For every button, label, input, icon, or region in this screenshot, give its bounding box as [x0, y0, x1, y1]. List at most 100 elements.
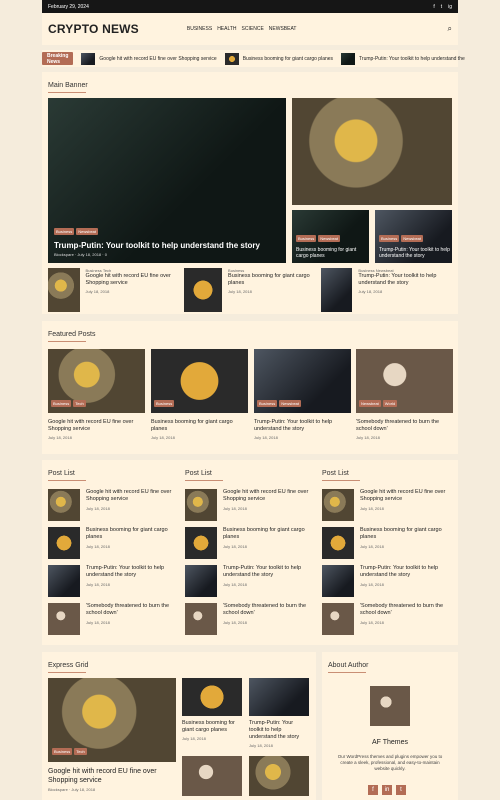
list-item[interactable]: Trump-Putin: Your toolkit to help unders…: [185, 565, 310, 597]
featured-card[interactable]: Business Newsbeat Trump-Putin: Your toolk…: [254, 349, 351, 440]
category-tag[interactable]: Tech: [73, 400, 86, 407]
post-title[interactable]: Google hit with record EU fine over Shop…: [223, 489, 310, 503]
category-tag[interactable]: Business: [54, 228, 75, 235]
category-tag[interactable]: Newsbeat: [401, 235, 424, 242]
post-thumb: [322, 603, 354, 635]
post-title[interactable]: 'Somebody threatened to burn the school …: [360, 603, 452, 617]
list-item[interactable]: Google hit with record EU fine over Shop…: [322, 489, 452, 521]
nav-business[interactable]: BUSINESS: [187, 26, 212, 32]
twitter-icon[interactable]: t: [396, 785, 406, 795]
side-small-post[interactable]: Business Newsbeat Business booming for gi…: [292, 210, 369, 263]
date-text: July 18, 2018: [360, 506, 384, 511]
twitter-icon[interactable]: t: [441, 4, 442, 10]
author-text[interactable]: Blockspare: [48, 787, 68, 792]
post-title[interactable]: Trump-Putin: Your toolkit to help unders…: [358, 273, 451, 287]
hero-headline[interactable]: Trump-Putin: Your toolkit to help unders…: [54, 241, 260, 250]
post-title[interactable]: Trump-Putin: Your toolkit to help unders…: [254, 419, 351, 433]
featured-card[interactable]: Business Business booming for giant carg…: [151, 349, 248, 440]
list-item[interactable]: Business booming for giant cargo planes J…: [185, 527, 310, 559]
post-image: [182, 678, 242, 716]
post-title[interactable]: Trump-Putin: Your toolkit to help unders…: [223, 565, 310, 579]
category-tag[interactable]: Business: [296, 235, 317, 242]
category-tag[interactable]: Business: [379, 235, 400, 242]
author-text[interactable]: Blockspare: [54, 252, 74, 257]
site-logo[interactable]: CRYPTO NEWS: [48, 22, 139, 36]
category-tag[interactable]: Business: [257, 400, 278, 407]
section-title: Post List: [42, 460, 179, 481]
post-thumb: [48, 565, 80, 597]
post-title[interactable]: Business booming for giant cargo planes: [228, 273, 314, 287]
nav-newsbeat[interactable]: NEWSBEAT: [269, 26, 297, 32]
date-text: February 29, 2024: [48, 3, 89, 10]
search-icon[interactable]: ⌕: [448, 24, 452, 34]
list-item[interactable]: Google hit with record EU fine over Shop…: [185, 489, 310, 521]
post-title[interactable]: Google hit with record EU fine over Shop…: [86, 489, 173, 503]
post-title[interactable]: Business booming for giant cargo planes: [182, 720, 242, 734]
express-small-post[interactable]: Business booming for giant cargo planes …: [182, 678, 242, 741]
category-tag[interactable]: Business: [154, 400, 175, 407]
nav-health[interactable]: HEALTH: [217, 26, 236, 32]
list-item[interactable]: Trump-Putin: Your toolkit to help unders…: [322, 565, 452, 597]
category-tag[interactable]: Newsbeat: [279, 400, 302, 407]
author-description: Our WordPress themes and plugins empower…: [337, 754, 443, 771]
express-main-post[interactable]: Business Tech Google hit with record EU f…: [48, 678, 176, 792]
post-title[interactable]: Google hit with record EU fine over Shop…: [86, 273, 178, 287]
side-small-post[interactable]: Business Newsbeat Trump-Putin: Your toolk…: [375, 210, 452, 263]
category-tag[interactable]: Newsbeat: [76, 228, 99, 235]
featured-card[interactable]: Business Tech Google hit with record EU f…: [48, 349, 145, 440]
featured-posts-section: Featured Posts Business Tech Google hit w…: [42, 321, 458, 454]
category-tag[interactable]: Newsbeat: [318, 235, 341, 242]
post-title[interactable]: Google hit with record EU fine over Shop…: [48, 767, 176, 785]
date-text: July 18, 2018: [223, 582, 247, 587]
ticker-item[interactable]: Trump-Putin: Your toolkit to help unders…: [341, 52, 465, 65]
category-tag[interactable]: Tech: [74, 748, 87, 755]
post-title[interactable]: Trump-Putin: Your toolkit to help unders…: [249, 720, 309, 741]
list-item[interactable]: 'Somebody threatened to burn the school …: [322, 603, 452, 635]
list-item[interactable]: 'Somebody threatened to burn the school …: [48, 603, 173, 635]
nav-science[interactable]: SCIENCE: [242, 26, 264, 32]
row-post[interactable]: Business Business booming for giant carg…: [184, 268, 314, 312]
post-title[interactable]: Google hit with record EU fine over Shop…: [360, 489, 452, 503]
list-item[interactable]: Business booming for giant cargo planes J…: [322, 527, 452, 559]
ticker-item[interactable]: Google hit with record EU fine over Shop…: [81, 52, 217, 65]
list-item[interactable]: Business booming for giant cargo planes J…: [48, 527, 173, 559]
express-small-post[interactable]: [182, 756, 242, 796]
post-title[interactable]: Business booming for giant cargo planes: [151, 419, 248, 433]
featured-card[interactable]: Newsbeat World 'Somebody threatened to bu…: [356, 349, 453, 440]
post-title[interactable]: Business booming for giant cargo planes: [360, 527, 452, 541]
post-title[interactable]: 'Somebody threatened to burn the school …: [223, 603, 310, 617]
post-title[interactable]: Business booming for giant cargo planes: [86, 527, 173, 541]
facebook-icon[interactable]: f: [368, 785, 378, 795]
post-title[interactable]: Trump-Putin: Your toolkit to help unders…: [379, 247, 452, 259]
post-title[interactable]: 'Somebody threatened to burn the school …: [86, 603, 173, 617]
category-tag[interactable]: Newsbeat: [359, 400, 381, 407]
express-small-post[interactable]: [249, 756, 309, 796]
ticker-thumb: [341, 52, 356, 65]
linkedin-icon[interactable]: in: [382, 785, 392, 795]
post-title[interactable]: Business booming for giant cargo planes: [223, 527, 310, 541]
row-post[interactable]: Business Tech Google hit with record EU …: [48, 268, 178, 312]
date-text: July 18, 2018: [360, 582, 384, 587]
facebook-icon[interactable]: f: [433, 4, 434, 10]
category-tag[interactable]: Business: [51, 400, 72, 407]
side-big-post[interactable]: [292, 98, 452, 205]
list-item[interactable]: 'Somebody threatened to burn the school …: [185, 603, 310, 635]
instagram-icon[interactable]: ig: [448, 4, 452, 10]
category-tag[interactable]: World: [382, 400, 398, 407]
ticker-item[interactable]: Business booming for giant cargo planes: [224, 52, 333, 65]
date-text: July 18, 2018: [249, 743, 273, 748]
row-post[interactable]: Business Newsbeat Trump-Putin: Your tool…: [321, 268, 451, 312]
section-title: Post List: [179, 460, 316, 481]
post-title[interactable]: Trump-Putin: Your toolkit to help unders…: [360, 565, 452, 579]
post-title[interactable]: Google hit with record EU fine over Shop…: [48, 419, 145, 433]
list-item[interactable]: Trump-Putin: Your toolkit to help unders…: [48, 565, 173, 597]
comment-count[interactable]: 0: [105, 252, 107, 257]
list-item[interactable]: Google hit with record EU fine over Shop…: [48, 489, 173, 521]
hero-post[interactable]: Business Newsbeat Trump-Putin: Your toolk…: [48, 98, 286, 263]
express-small-post[interactable]: Trump-Putin: Your toolkit to help unders…: [249, 678, 309, 748]
post-title[interactable]: Trump-Putin: Your toolkit to help unders…: [86, 565, 173, 579]
post-thumb: [185, 527, 217, 559]
category-tag[interactable]: Business: [52, 748, 73, 755]
post-title[interactable]: Business booming for giant cargo planes: [296, 247, 369, 259]
post-title[interactable]: 'Somebody threatened to burn the school …: [356, 419, 453, 433]
